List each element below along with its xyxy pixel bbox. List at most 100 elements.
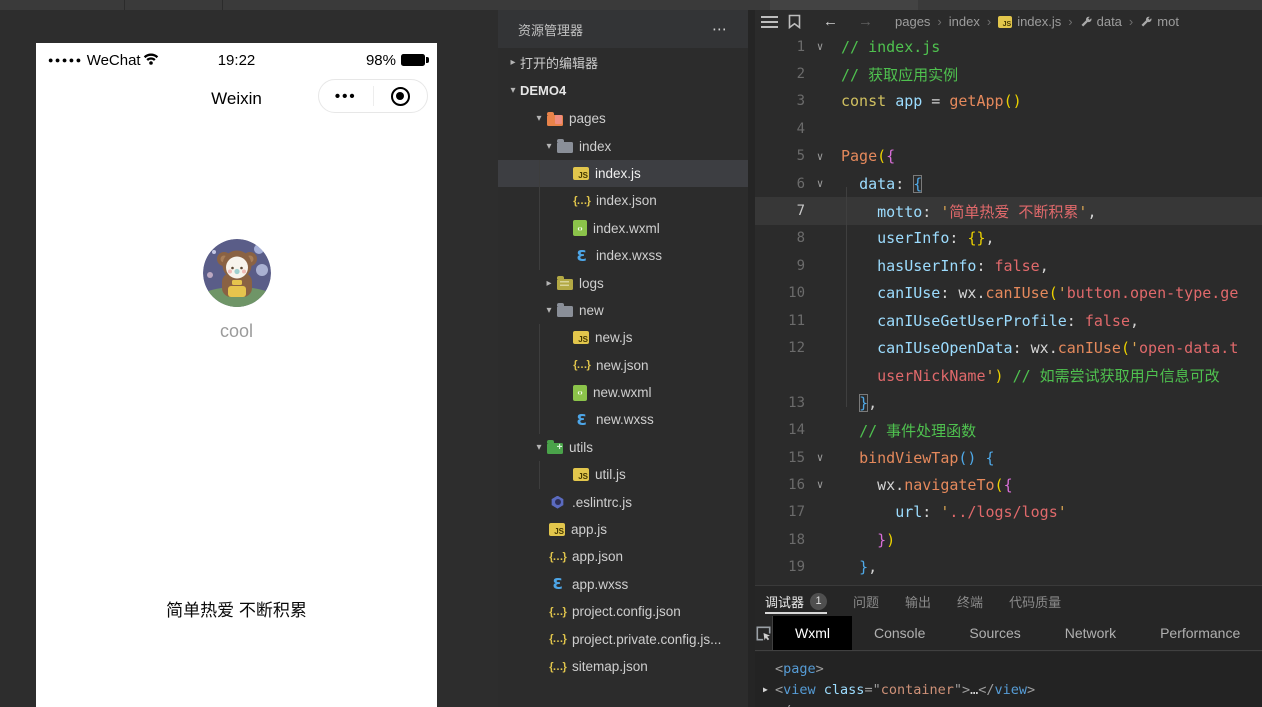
wxml-node[interactable]: </page> xyxy=(763,700,1262,707)
tree-item-new.wxss[interactable]: 3new.wxss xyxy=(498,406,748,433)
chevron-down-icon[interactable]: ▾ xyxy=(542,305,556,316)
expand-arrow-icon[interactable]: ▶ xyxy=(763,685,775,694)
breadcrumb-item[interactable]: pages xyxy=(895,14,930,29)
code-area[interactable]: 1∨// index.js2// 获取应用实例3const app = getA… xyxy=(755,33,1262,585)
fold-chevron-icon[interactable]: ∨ xyxy=(805,177,835,190)
close-target-icon[interactable] xyxy=(391,87,410,106)
code-line-12[interactable]: 12 canIUseOpenData: wx.canIUse('open-dat… xyxy=(755,334,1262,361)
code-line-9[interactable]: 9 hasUserInfo: false, xyxy=(755,252,1262,279)
line-number: 2 xyxy=(755,66,805,82)
debugger-tab-输出[interactable]: 输出 xyxy=(905,586,931,616)
code-line-16[interactable]: 16∨ wx.navigateTo({ xyxy=(755,471,1262,498)
capsule-button[interactable]: ••• xyxy=(318,79,428,113)
debugger-tab-代码质量[interactable]: 代码质量 xyxy=(1009,586,1061,616)
code-line-11[interactable]: 11 canIUseGetUserProfile: false, xyxy=(755,307,1262,334)
devtools-tab-Sources[interactable]: Sources xyxy=(947,616,1042,650)
navigate-back-icon[interactable]: ← xyxy=(823,13,838,30)
code-line-13[interactable]: 13 }, xyxy=(755,389,1262,416)
breadcrumb-item[interactable]: ›mot xyxy=(1122,14,1179,29)
code-line-5[interactable]: 5∨Page({ xyxy=(755,143,1262,170)
code-line-6[interactable]: 6∨ data: { xyxy=(755,170,1262,197)
devtools-tab-Wxml[interactable]: Wxml xyxy=(773,616,852,650)
tree-item-util.js[interactable]: JSutil.js xyxy=(498,461,748,488)
code-line-15[interactable]: 15∨ bindViewTap() { xyxy=(755,444,1262,471)
chevron-down-icon[interactable]: ▾ xyxy=(532,442,546,453)
token: app xyxy=(895,92,922,110)
outline-list-icon[interactable] xyxy=(761,15,778,29)
wxss-file-icon: 3 xyxy=(549,576,566,593)
fold-chevron-icon[interactable]: ∨ xyxy=(805,150,835,163)
menu-dots-icon[interactable]: ••• xyxy=(319,80,373,112)
explorer-more-icon[interactable]: ⋯ xyxy=(712,20,728,38)
chevron-down-icon[interactable]: ▾ xyxy=(532,113,546,124)
breadcrumb-item[interactable]: ›index xyxy=(930,14,979,29)
devtools-tab-Performance[interactable]: Performance xyxy=(1138,616,1262,650)
chevron-right-icon[interactable]: ▸ xyxy=(542,278,556,289)
wxml-token xyxy=(816,682,824,698)
tree-item-new.js[interactable]: JSnew.js xyxy=(498,324,748,351)
wxml-file-icon: ‹› xyxy=(573,385,587,401)
tree-item-app.js[interactable]: JSapp.js xyxy=(498,516,748,543)
js-file-icon: JS xyxy=(573,468,589,481)
chevron-right-icon[interactable]: ▸ xyxy=(506,57,520,68)
chevron-down-icon[interactable]: ▾ xyxy=(542,141,556,152)
tree-item-index.wxml[interactable]: ‹›index.wxml xyxy=(498,215,748,242)
bookmark-icon[interactable] xyxy=(788,14,801,29)
tree-item-.eslintrc.js[interactable]: .eslintrc.js xyxy=(498,488,748,515)
code-line-18[interactable]: 18 }) xyxy=(755,526,1262,553)
motto-text[interactable]: 简单热爱 不断积累 xyxy=(36,596,437,621)
devtools-tab-Console[interactable]: Console xyxy=(852,616,947,650)
wxml-inspector[interactable]: <page>▶<view class="container">…</view><… xyxy=(755,652,1262,707)
section-project-root[interactable]: ▾ DEMO4 xyxy=(498,76,748,104)
devtools-tab-Network[interactable]: Network xyxy=(1043,616,1138,650)
tree-item-new.json[interactable]: {…}new.json xyxy=(498,352,748,379)
tree-item-new.wxml[interactable]: ‹›new.wxml xyxy=(498,379,748,406)
breadcrumb-item[interactable]: ›JSindex.js xyxy=(980,14,1061,29)
breadcrumb: pages›index›JSindex.js›data›mot xyxy=(895,14,1179,29)
debugger-tab-问题[interactable]: 问题 xyxy=(853,586,879,616)
tree-item-new[interactable]: ▾new xyxy=(498,297,748,324)
code-text: }) xyxy=(835,531,895,549)
code-line-8[interactable]: 8 userInfo: {}, xyxy=(755,225,1262,252)
debugger-tab-调试器[interactable]: 调试器1 xyxy=(765,586,827,616)
tree-item-index.json[interactable]: {…}index.json xyxy=(498,187,748,214)
tree-item-project.config.json[interactable]: {…}project.config.json xyxy=(498,598,748,625)
fold-chevron-icon[interactable]: ∨ xyxy=(805,40,835,53)
tree-item-project.private.config.js...[interactable]: {…}project.private.config.js... xyxy=(498,625,748,652)
code-line-4[interactable]: 4 xyxy=(755,115,1262,142)
code-line-3[interactable]: 3const app = getApp() xyxy=(755,88,1262,115)
code-line-14[interactable]: 14 // 事件处理函数 xyxy=(755,416,1262,443)
fold-chevron-icon[interactable]: ∨ xyxy=(805,451,835,464)
chevron-down-icon[interactable]: ▾ xyxy=(506,85,520,96)
code-line-1[interactable]: 1∨// index.js xyxy=(755,33,1262,60)
token: , xyxy=(868,394,877,412)
tree-item-index.wxss[interactable]: 3index.wxss xyxy=(498,242,748,269)
section-open-editors[interactable]: ▸ 打开的编辑器 xyxy=(498,48,748,76)
tree-item-app.wxss[interactable]: 3app.wxss xyxy=(498,571,748,598)
tree-item-pages[interactable]: ▾pages xyxy=(498,105,748,132)
tree-item-sitemap.json[interactable]: {…}sitemap.json xyxy=(498,653,748,680)
wxml-token: > xyxy=(824,703,832,707)
user-avatar[interactable] xyxy=(203,239,271,307)
tree-item-utils[interactable]: ▾utils xyxy=(498,434,748,461)
code-line-10[interactable]: 10 canIUse: wx.canIUse('button.open-type… xyxy=(755,280,1262,307)
navigate-forward-icon[interactable]: → xyxy=(858,13,873,30)
code-line-19[interactable]: 19 }, xyxy=(755,553,1262,580)
wxml-node[interactable]: ▶<view class="container">…</view> xyxy=(763,679,1262,700)
panel-divider[interactable] xyxy=(748,10,755,707)
fold-chevron-icon[interactable]: ∨ xyxy=(805,478,835,491)
tree-item-logs[interactable]: ▸logs xyxy=(498,269,748,296)
inspect-element-icon[interactable] xyxy=(755,616,773,650)
token: ) xyxy=(995,367,1004,385)
tree-item-index[interactable]: ▾index xyxy=(498,132,748,159)
debugger-tab-终端[interactable]: 终端 xyxy=(957,586,983,616)
wxml-node[interactable]: <page> xyxy=(763,658,1262,679)
code-line-2[interactable]: 2// 获取应用实例 xyxy=(755,60,1262,87)
token: canIUseGetUserProfile xyxy=(877,312,1067,330)
tree-item-index.js[interactable]: JSindex.js xyxy=(498,160,748,187)
breadcrumb-item[interactable]: ›data xyxy=(1061,14,1122,29)
code-line-7[interactable]: 7 motto: '简单热爱 不断积累', xyxy=(755,197,1262,224)
code-line-17[interactable]: 17 url: '../logs/logs' xyxy=(755,499,1262,526)
tree-item-app.json[interactable]: {…}app.json xyxy=(498,543,748,570)
code-line-wrap[interactable]: userNickName') // 如需尝试获取用户信息可改 xyxy=(755,362,1262,389)
